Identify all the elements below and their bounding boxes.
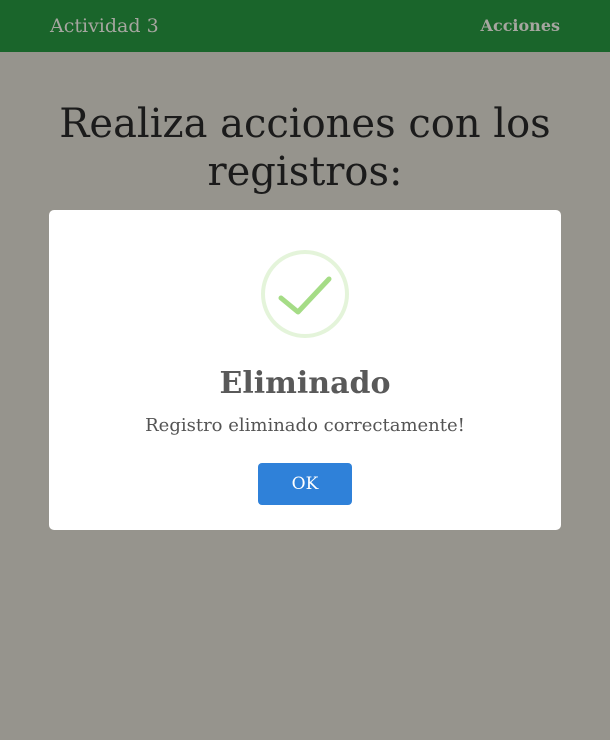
alert-title: Eliminado — [219, 366, 391, 401]
navbar: Actividad 3 Acciones — [0, 0, 610, 52]
nav-link-acciones[interactable]: Acciones — [481, 16, 560, 36]
nav-brand[interactable]: Actividad 3 — [50, 14, 159, 38]
page-title: Realiza acciones con los registros: — [59, 101, 551, 195]
alert-modal: Eliminado Registro eliminado correctamen… — [49, 210, 561, 530]
alert-message: Registro eliminado correctamente! — [145, 415, 465, 436]
ok-button[interactable]: OK — [258, 463, 352, 505]
success-check-icon — [261, 250, 349, 338]
